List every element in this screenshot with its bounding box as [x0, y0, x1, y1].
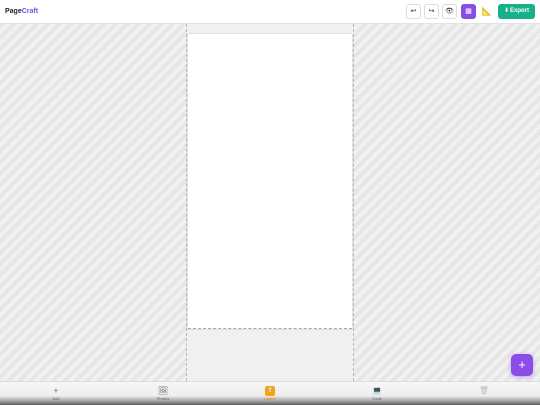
top-toolbar: PageCraft ↩ ↪ 👁 ▦ 📐 ⬇Export — [0, 0, 540, 24]
bottom-tab-delete[interactable]: 🗑 Delete — [464, 386, 504, 402]
bottom-tab-label: Photos — [156, 396, 170, 401]
bottom-tab-label: Code — [372, 396, 382, 401]
image-icon: 🖼 — [157, 386, 169, 395]
plus-icon: + — [53, 386, 59, 395]
ruler-button[interactable]: 📐 — [479, 4, 494, 19]
redo-icon: ↪ — [428, 8, 435, 15]
trash-icon: 🗑 — [478, 386, 490, 395]
ruler-icon: 📐 — [481, 7, 492, 16]
brand-name-part2: Craft — [21, 8, 39, 15]
bottom-tab-add[interactable]: + Add — [36, 386, 76, 402]
canvas-workspace[interactable] — [0, 24, 540, 381]
layers-icon: ▦ — [465, 8, 472, 15]
redo-button[interactable]: ↪ — [424, 4, 439, 19]
app-logo: PageCraft — [5, 6, 38, 18]
layers-icon: ⇪ — [265, 386, 275, 396]
layers-toggle-button[interactable]: ▦ — [461, 4, 476, 19]
bottom-tab-label: Layers — [263, 396, 276, 401]
design-page[interactable] — [188, 34, 352, 329]
undo-icon: ↩ — [410, 8, 417, 15]
bottom-tab-photos[interactable]: 🖼 Photos — [143, 386, 183, 402]
export-label: Export — [510, 8, 530, 14]
bottom-tab-label: Delete — [478, 396, 490, 401]
floating-add-button[interactable]: + — [511, 354, 533, 376]
export-button[interactable]: ⬇Export — [498, 4, 535, 19]
preview-button[interactable]: 👁 — [442, 4, 457, 19]
bottom-tab-code[interactable]: 💻 Code — [357, 386, 397, 402]
bottom-toolbar: + Add 🖼 Photos ⇪ Layers 💻 Code 🗑 Delete — [0, 381, 540, 405]
undo-button[interactable]: ↩ — [406, 4, 421, 19]
download-icon: ⬇ — [503, 8, 509, 14]
bottom-tab-layers[interactable]: ⇪ Layers — [250, 386, 290, 402]
eye-icon: 👁 — [445, 8, 454, 15]
plus-icon: + — [518, 357, 526, 372]
bottom-tab-label: Add — [52, 396, 60, 401]
laptop-icon: 💻 — [372, 386, 382, 395]
brand-name-part1: Page — [5, 8, 22, 15]
